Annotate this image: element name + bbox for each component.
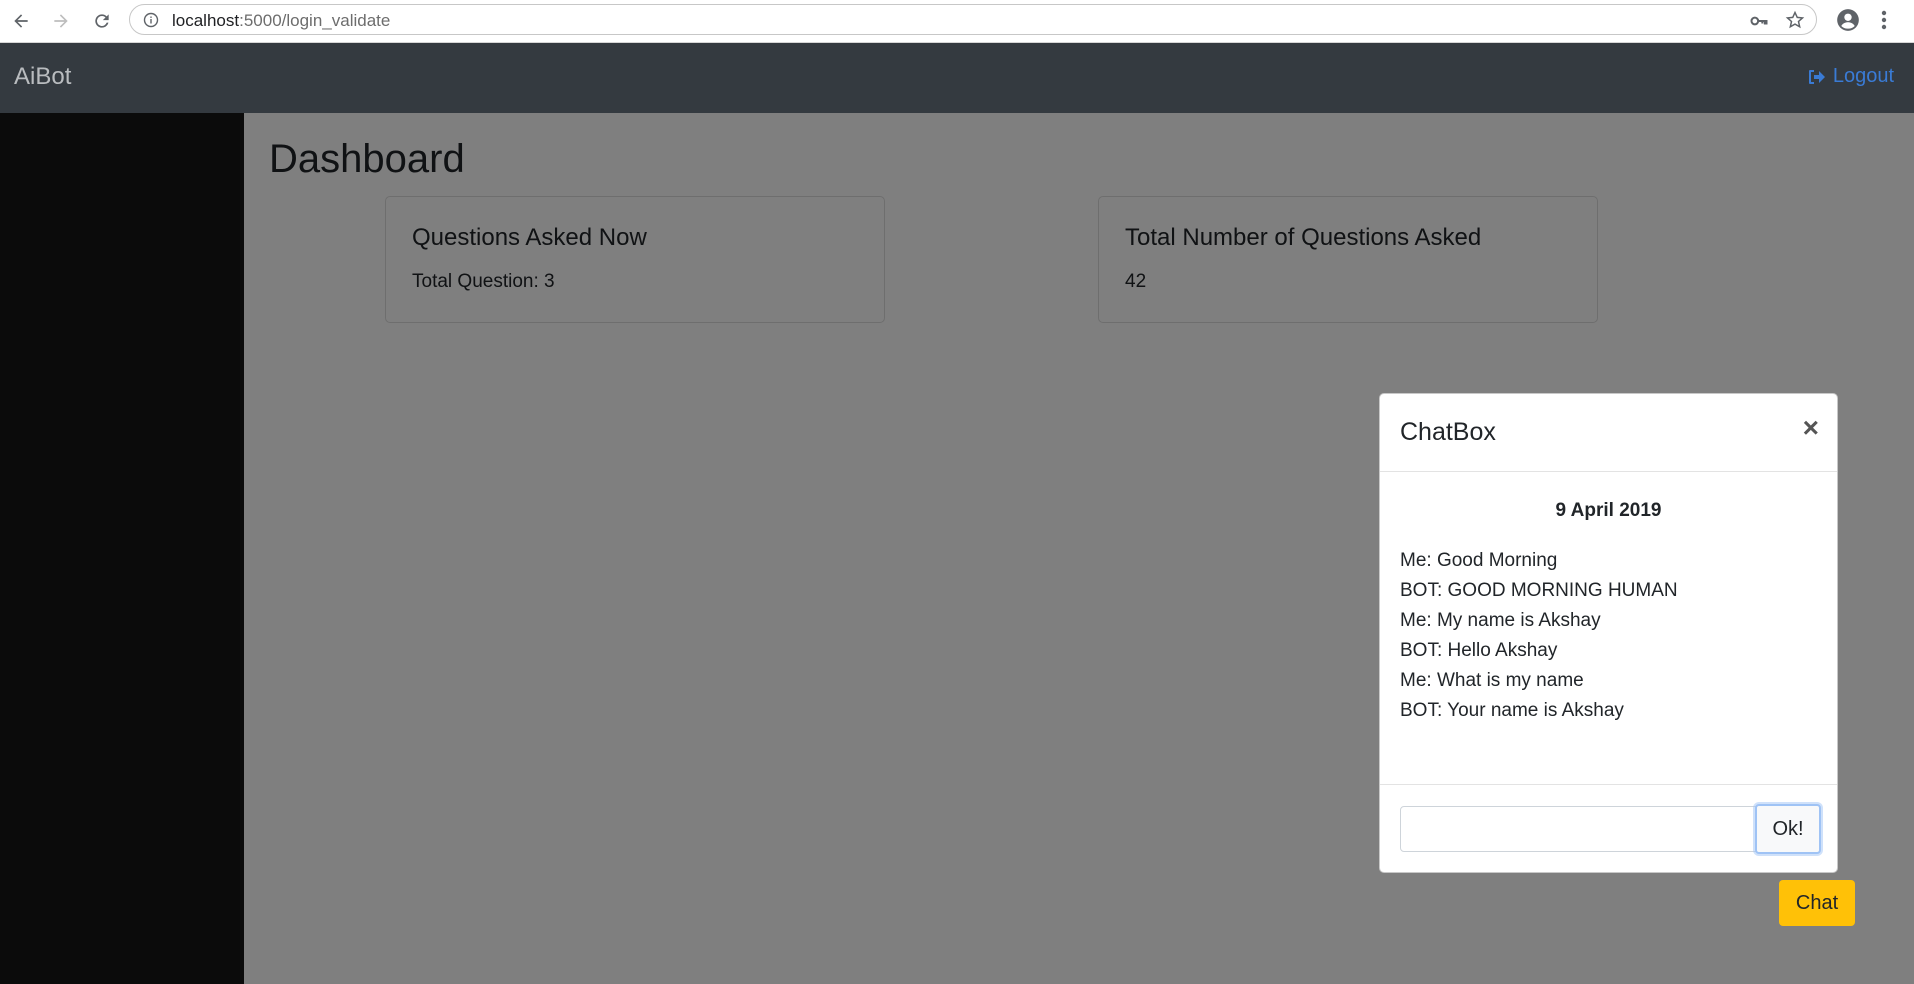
star-icon[interactable] <box>1785 10 1805 30</box>
forward-arrow-icon <box>54 14 68 28</box>
ok-button[interactable]: Ok! <box>1755 804 1821 854</box>
logout-link[interactable]: Logout <box>1807 65 1894 88</box>
url-host: localhost <box>172 11 240 30</box>
chat-log: Me: Good Morning BOT: GOOD MORNING HUMAN… <box>1400 546 1678 726</box>
url-text: localhost:5000/login_validate <box>172 11 390 31</box>
chat-message: BOT: Hello Akshay <box>1400 640 1558 661</box>
chat-message: Me: What is my name <box>1400 670 1584 691</box>
close-icon[interactable]: × <box>1803 414 1819 442</box>
chat-message: BOT: GOOD MORNING HUMAN <box>1400 580 1678 601</box>
chat-input[interactable] <box>1400 806 1757 852</box>
forward-button[interactable] <box>47 7 75 35</box>
account-icon[interactable] <box>1835 7 1861 33</box>
url-path: :5000/login_validate <box>239 11 391 30</box>
brand-logo[interactable]: AiBot <box>14 63 71 91</box>
modal-title: ChatBox <box>1400 418 1496 446</box>
chat-message: Me: My name is Akshay <box>1400 610 1601 631</box>
top-navbar: AiBot Logout <box>0 43 1914 113</box>
chat-date: 9 April 2019 <box>1555 500 1662 521</box>
kebab-menu-icon[interactable] <box>1877 7 1891 33</box>
key-icon[interactable] <box>1749 11 1769 31</box>
chat-message: BOT: Your name is Akshay <box>1400 700 1624 721</box>
chat-button[interactable]: Chat <box>1779 880 1855 926</box>
address-bar[interactable]: localhost:5000/login_validate <box>129 4 1817 35</box>
modal-footer: Ok! <box>1380 784 1837 872</box>
info-icon[interactable] <box>143 12 159 28</box>
modal-header: ChatBox × <box>1380 394 1837 472</box>
chat-message: Me: Good Morning <box>1400 550 1558 571</box>
back-button[interactable] <box>7 7 35 35</box>
modal-body: 9 April 2019 Me: Good Morning BOT: GOOD … <box>1380 472 1837 778</box>
logout-label: Logout <box>1832 65 1894 87</box>
reload-icon <box>95 14 109 28</box>
back-arrow-icon <box>14 14 28 28</box>
chatbox-modal: ChatBox × 9 April 2019 Me: Good Morning … <box>1379 393 1838 873</box>
sign-out-icon <box>1808 69 1825 84</box>
reload-button[interactable] <box>88 7 116 35</box>
browser-toolbar: localhost:5000/login_validate <box>0 0 1914 43</box>
sidebar <box>0 113 244 984</box>
